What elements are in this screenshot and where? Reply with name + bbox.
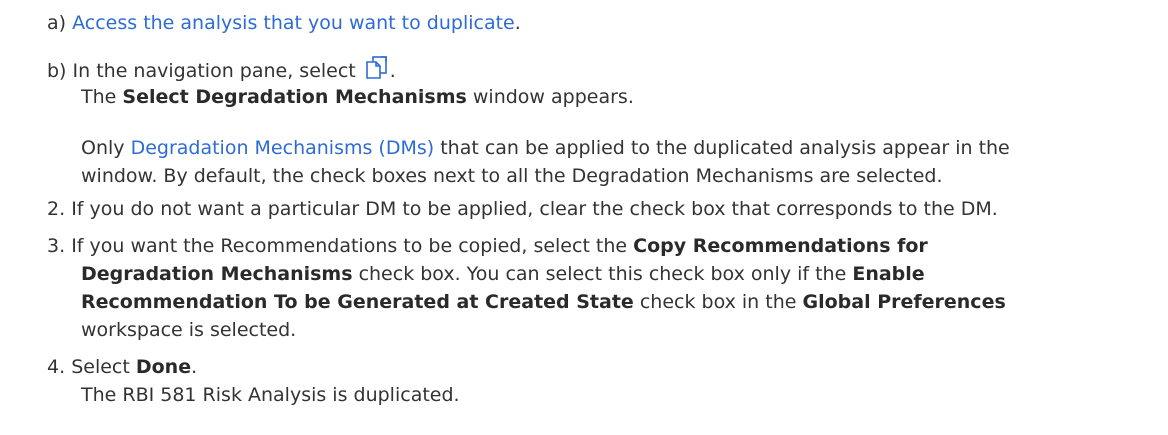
substep-marker: b) bbox=[47, 60, 67, 82]
step-3-line-4: workspace is selected. bbox=[81, 319, 297, 341]
text: If you want the Recommendations to be co… bbox=[71, 235, 634, 257]
step-4-result: The RBI 581 Risk Analysis is duplicated. bbox=[81, 384, 460, 406]
step-number: 2. bbox=[47, 198, 66, 220]
option-name: Recommendation To be Generated at Create… bbox=[81, 291, 634, 313]
procedure-document: a) Access the analysis that you want to … bbox=[0, 0, 1168, 435]
duplicate-icon bbox=[364, 56, 390, 87]
text: that can be applied to the duplicated an… bbox=[434, 137, 1010, 159]
substep-b-result: The Select Degradation Mechanisms window… bbox=[81, 84, 634, 110]
access-analysis-link[interactable]: Access the analysis that you want to dup… bbox=[72, 12, 515, 34]
period: . bbox=[191, 356, 198, 378]
period: . bbox=[389, 60, 396, 82]
workspace-name: Global Preferences bbox=[802, 291, 1006, 313]
step-text: If you do not want a particular DM to be… bbox=[71, 198, 998, 220]
option-name: Degradation Mechanisms bbox=[81, 263, 353, 285]
substep-a: a) Access the analysis that you want to … bbox=[47, 10, 521, 36]
text: Select bbox=[71, 356, 136, 378]
step-number: 4. bbox=[47, 356, 66, 378]
step-3-line-2: Degradation Mechanisms check box. You ca… bbox=[81, 261, 925, 287]
window-name: Select Degradation Mechanisms bbox=[122, 86, 467, 108]
text: The bbox=[81, 86, 123, 108]
text: window appears. bbox=[466, 86, 634, 108]
substep-b: b) In the navigation pane, select . bbox=[47, 56, 396, 87]
note-line-2: window. By default, the check boxes next… bbox=[81, 165, 943, 187]
text: check box. You can select this check box… bbox=[352, 263, 853, 285]
period: . bbox=[514, 12, 521, 34]
option-name: Copy Recommendations for bbox=[633, 235, 928, 257]
step-number: 3. bbox=[47, 235, 66, 257]
note-line-1: Only Degradation Mechanisms (DMs) that c… bbox=[81, 135, 1010, 161]
text: Only bbox=[81, 137, 131, 159]
step-4: 4. Select Done. bbox=[47, 354, 197, 380]
substep-text: In the navigation pane, select bbox=[72, 60, 356, 82]
step-3: 3. If you want the Recommendations to be… bbox=[47, 233, 928, 259]
step-3-line-3: Recommendation To be Generated at Create… bbox=[81, 289, 1006, 315]
degradation-mechanisms-link[interactable]: Degradation Mechanisms (DMs) bbox=[131, 137, 435, 159]
text: check box in the bbox=[633, 291, 803, 313]
substep-marker: a) bbox=[47, 12, 67, 34]
option-name: Enable bbox=[852, 263, 925, 285]
button-name: Done bbox=[135, 356, 192, 378]
step-2: 2. If you do not want a particular DM to… bbox=[47, 196, 998, 222]
